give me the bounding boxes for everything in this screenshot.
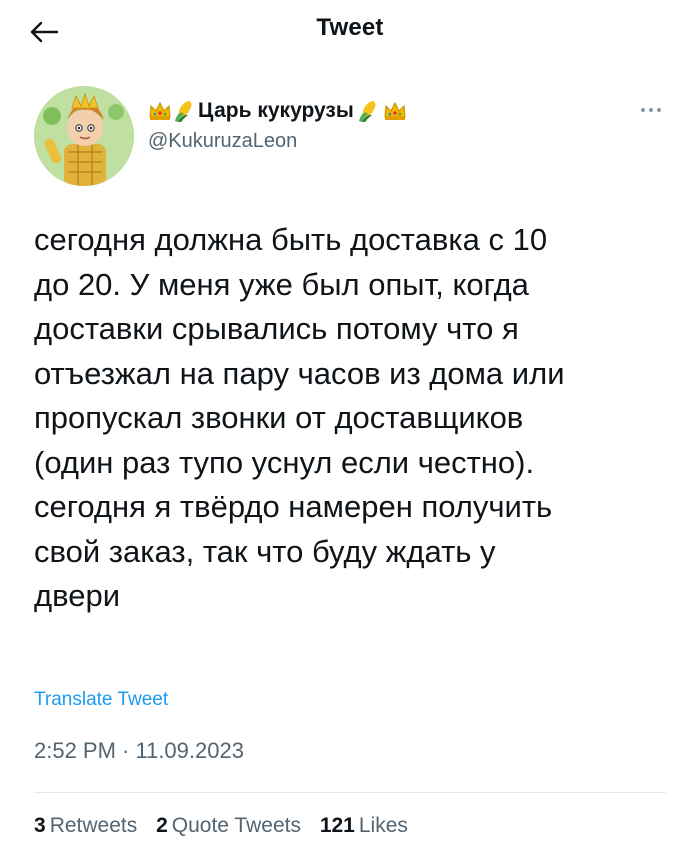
more-options-button[interactable] — [636, 98, 666, 122]
retweets-count: 3 — [34, 814, 46, 837]
corn-icon — [175, 101, 192, 122]
crown-icon — [384, 101, 406, 120]
tweet-author: Царь кукурузы @KukuruzaLeon — [34, 86, 676, 186]
quote-tweets-count: 2 — [156, 814, 168, 837]
tweet-timestamp[interactable]: 2:52 PM · 11.09.2023 — [34, 738, 244, 764]
author-name-text: Царь кукурузы — [198, 99, 354, 122]
top-bar: Tweet — [0, 0, 700, 64]
translate-tweet-link[interactable]: Translate Tweet — [34, 689, 168, 711]
quote-tweets-stat[interactable]: 2 Quote Tweets — [156, 814, 301, 838]
crown-icon — [149, 101, 171, 120]
retweets-label: Retweets — [49, 814, 138, 837]
author-handle[interactable]: @KukuruzaLeon — [148, 130, 407, 153]
page-title: Tweet — [316, 14, 384, 41]
quote-tweets-label: Quote Tweets — [171, 814, 301, 837]
likes-stat[interactable]: 121 Likes — [320, 814, 408, 838]
retweets-stat[interactable]: 3 Retweets — [34, 814, 137, 838]
avatar[interactable] — [34, 86, 134, 186]
tweet-stats: 3 Retweets 2 Quote Tweets 121 Likes — [34, 814, 421, 838]
author-display-name[interactable]: Царь кукурузы — [148, 98, 407, 124]
likes-label: Likes — [358, 814, 408, 837]
tweet-text: сегодня должна быть доставка с 10 до 20.… — [34, 222, 565, 613]
corn-icon — [358, 101, 376, 122]
more-dots-icon — [641, 108, 661, 112]
divider — [34, 792, 666, 793]
likes-count: 121 — [319, 814, 355, 837]
